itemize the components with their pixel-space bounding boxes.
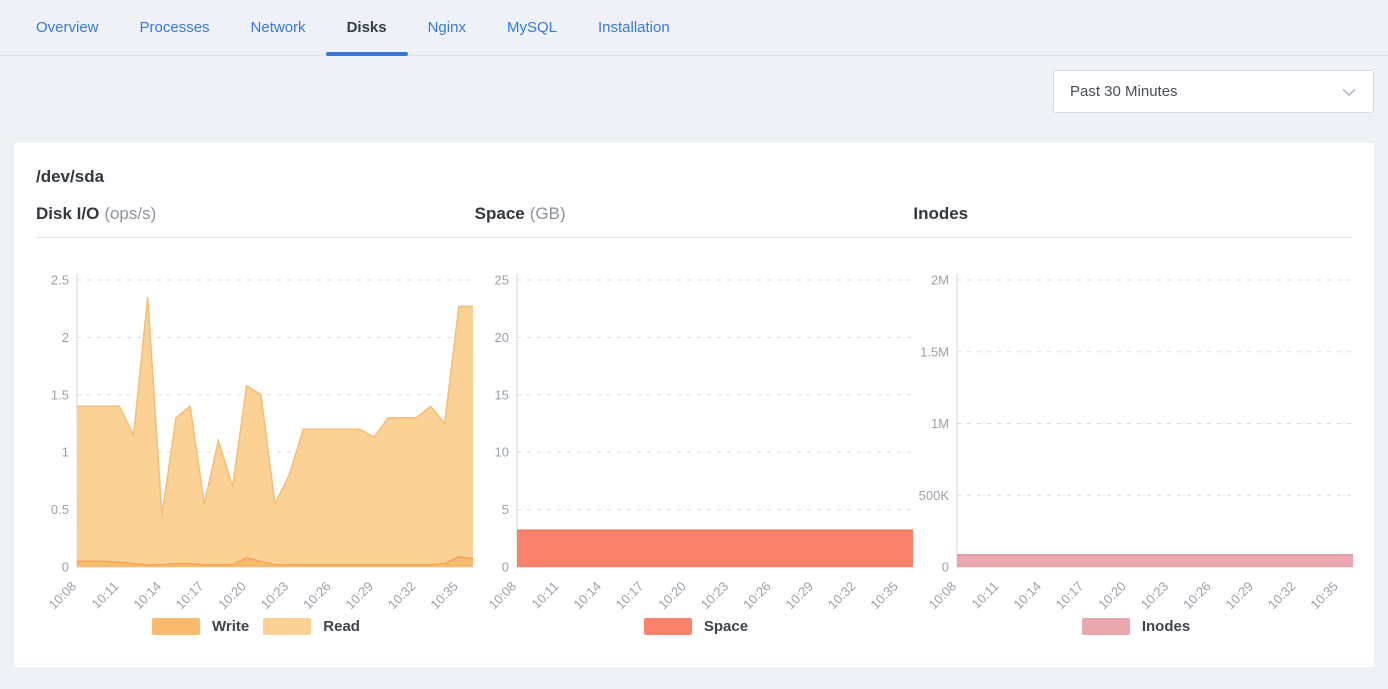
tab-disks[interactable]: Disks [347,0,387,55]
svg-text:1.5M: 1.5M [920,344,949,359]
legend-item-write[interactable]: Write [152,618,249,635]
legend-swatch [152,618,200,635]
svg-text:20: 20 [495,330,509,345]
chevron-down-icon [1341,84,1357,100]
chart-space: 25 20 15 10 5 0 10:08 10:1110:14 10:1710:20 10:23… [476,266,916,635]
chart-title-inodes: Inodes [913,201,1352,227]
svg-text:10:14: 10:14 [1010,579,1044,613]
legend-disk-i-o: Write Read [36,618,476,635]
tab-bar: Overview Processes Network Disks Nginx MySQL I… [0,0,1388,56]
chart-titles-row: Disk I/O (ops/s) Space (GB) Inodes [36,201,1352,227]
chart-title-space: Space (GB) [475,201,914,227]
chart-plot-disk-i-o: 2.5 2 1.5 1 0.5 0 10:08 10:1110:14 10:1710:20 10:… [36,266,476,614]
svg-text:10:11: 10:11 [529,579,562,612]
titles-divider [36,237,1352,238]
svg-text:5: 5 [502,502,509,517]
disk-name: /dev/sda [36,167,1352,187]
svg-text:10:14: 10:14 [130,579,164,613]
tab-mysql[interactable]: MySQL [507,0,557,55]
legend-item-read[interactable]: Read [263,618,360,635]
svg-text:10:29: 10:29 [783,579,817,613]
svg-text:10:14: 10:14 [570,579,604,613]
svg-text:1.5: 1.5 [51,387,69,402]
svg-text:10:17: 10:17 [173,579,207,613]
legend-space: Space [476,618,916,635]
svg-text:10:26: 10:26 [1180,579,1214,613]
legend-item-inodes[interactable]: Inodes [1082,618,1190,635]
tab-installation[interactable]: Installation [598,0,670,55]
tab-nginx[interactable]: Nginx [428,0,466,55]
svg-text:0: 0 [62,560,69,575]
legend-swatch [1082,618,1130,635]
tab-processes[interactable]: Processes [140,0,210,55]
chart-title-text: Inodes [913,204,968,223]
legend-swatch [263,618,311,635]
svg-text:10:17: 10:17 [613,579,647,613]
svg-text:10:35: 10:35 [1307,579,1341,613]
legend-label: Space [704,618,748,635]
time-range-value: Past 30 Minutes [1070,83,1178,100]
controls-row: Past 30 Minutes [0,56,1388,143]
chart-plot-space: 25 20 15 10 5 0 10:08 10:1110:14 10:1710:20 10:23… [476,266,916,614]
svg-text:10:23: 10:23 [698,579,732,613]
svg-text:10:20: 10:20 [655,579,689,613]
chart-plot-inodes: 2M 1.5M 1M 500K 0 10:08 10:1110:14 10:1710:20 10… [916,266,1356,614]
legend-swatch [644,618,692,635]
svg-text:10:32: 10:32 [385,579,419,613]
svg-text:25: 25 [495,273,509,288]
svg-text:10:11: 10:11 [89,579,122,612]
svg-text:10:26: 10:26 [300,579,334,613]
chart-unit-text: (GB) [530,204,566,223]
svg-text:10:20: 10:20 [215,579,249,613]
disk-card: /dev/sda Disk I/O (ops/s) Space (GB) Inode… [14,143,1374,667]
svg-text:0: 0 [942,560,949,575]
svg-text:2: 2 [62,330,69,345]
svg-text:10:23: 10:23 [1138,579,1172,613]
svg-text:2M: 2M [931,273,949,288]
svg-text:10:26: 10:26 [740,579,774,613]
svg-text:10:08: 10:08 [46,579,80,613]
legend-inodes: Inodes [916,618,1356,635]
legend-label: Write [212,618,249,635]
legend-label: Read [323,618,360,635]
svg-text:10:11: 10:11 [969,579,1002,612]
svg-text:10:17: 10:17 [1053,579,1087,613]
svg-text:15: 15 [495,387,509,402]
svg-text:10:35: 10:35 [427,579,461,613]
svg-text:10:08: 10:08 [486,579,520,613]
legend-item-space[interactable]: Space [644,618,748,635]
chart-disk-i-o: 2.5 2 1.5 1 0.5 0 10:08 10:1110:14 10:1710:20 10:… [36,266,476,635]
svg-text:1M: 1M [931,416,949,431]
svg-text:0.5: 0.5 [51,502,69,517]
svg-text:0: 0 [502,560,509,575]
charts-row: 2.521.510.5010:0810:1110:1410:1710:2010:… [36,266,1352,635]
svg-text:10:08: 10:08 [926,579,960,613]
svg-text:2.5: 2.5 [51,273,69,288]
svg-text:10:35: 10:35 [867,579,901,613]
chart-title-text: Space [475,204,525,223]
svg-text:10:32: 10:32 [1265,579,1299,613]
legend-label: Inodes [1142,618,1190,635]
svg-text:10:29: 10:29 [343,579,377,613]
tab-network[interactable]: Network [251,0,306,55]
svg-text:10: 10 [495,445,509,460]
svg-text:10:29: 10:29 [1223,579,1257,613]
svg-text:1: 1 [62,445,69,460]
chart-unit-text: (ops/s) [104,204,156,223]
tab-overview[interactable]: Overview [36,0,99,55]
chart-title-disk-io: Disk I/O (ops/s) [36,201,475,227]
time-range-select[interactable]: Past 30 Minutes [1053,70,1374,113]
svg-text:10:32: 10:32 [825,579,859,613]
svg-text:500K: 500K [919,488,950,503]
svg-text:10:23: 10:23 [258,579,292,613]
svg-text:10:20: 10:20 [1095,579,1129,613]
chart-inodes: 2M 1.5M 1M 500K 0 10:08 10:1110:14 10:1710:20 10… [916,266,1356,635]
chart-title-text: Disk I/O [36,204,99,223]
